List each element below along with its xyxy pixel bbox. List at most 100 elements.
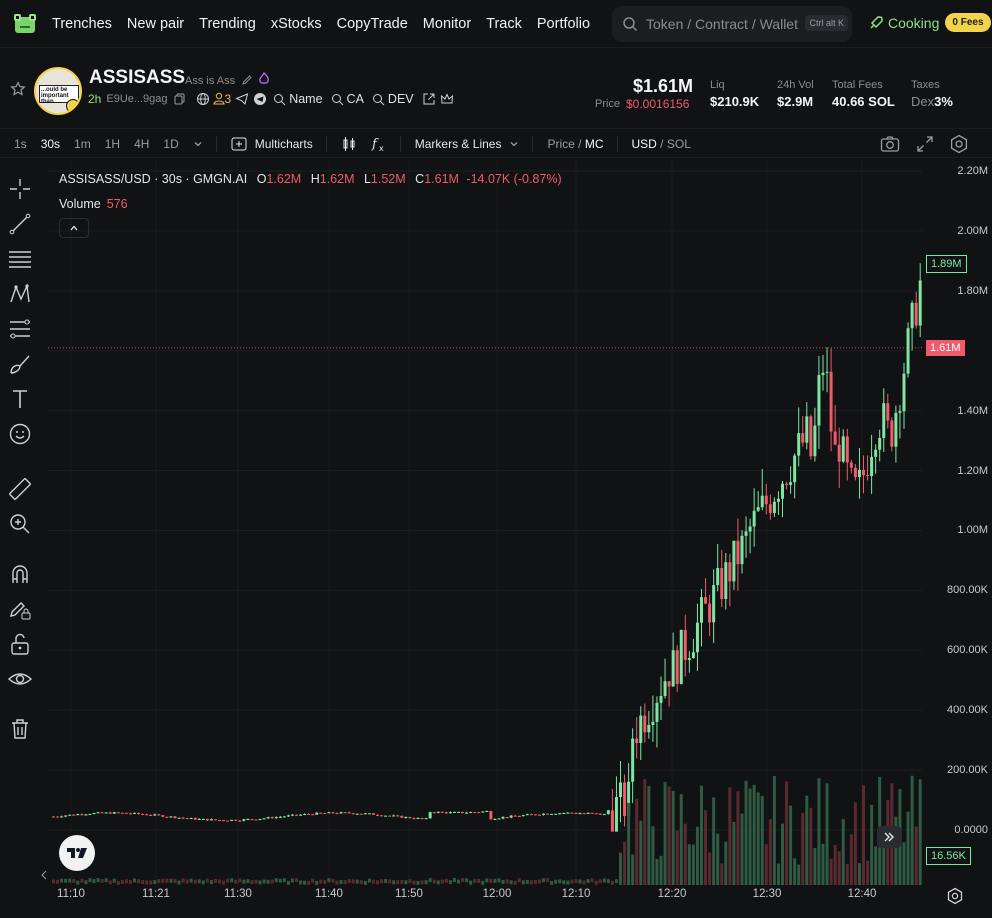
- volume-bar: [153, 880, 157, 885]
- interval-1s[interactable]: 1s: [14, 137, 27, 151]
- nav-portfolio[interactable]: Portfolio: [537, 16, 590, 32]
- stat-total-fees: Total Fees 40.66 SOL: [832, 79, 895, 109]
- indicators-fx-icon[interactable]: f x: [371, 136, 387, 152]
- nav-monitor[interactable]: Monitor: [423, 16, 471, 32]
- y-axis-label: 600.00K: [947, 644, 988, 657]
- gmgn-frog-logo[interactable]: [12, 11, 38, 37]
- hide-drawings-tool[interactable]: [7, 666, 33, 692]
- holders-icon[interactable]: [213, 92, 225, 106]
- favorite-star-icon[interactable]: [10, 81, 26, 97]
- candle: [837, 444, 841, 462]
- volume-bar: [226, 878, 230, 883]
- candle: [181, 817, 185, 819]
- candle: [821, 372, 825, 376]
- dev-search-label[interactable]: DEV: [388, 92, 414, 106]
- settings-gear-icon[interactable]: [949, 134, 969, 154]
- cooking-button[interactable]: Cooking 0 Fees: [868, 13, 991, 32]
- candle: [440, 811, 444, 813]
- magnet-icon: [12, 565, 28, 583]
- nav-trenches[interactable]: Trenches: [52, 16, 112, 32]
- usd-sol-toggle[interactable]: USD / SOL: [632, 137, 691, 151]
- pattern-tool[interactable]: [7, 281, 33, 307]
- chevron-down-icon[interactable]: [193, 139, 203, 149]
- fullscreen-icon[interactable]: [916, 135, 934, 153]
- candle: [380, 815, 384, 817]
- dev-search-icon[interactable]: [372, 93, 385, 106]
- volume-bar: [254, 879, 258, 884]
- nav-xstocks[interactable]: xStocks: [271, 16, 322, 32]
- candle: [736, 540, 740, 565]
- tradingview-logo[interactable]: [59, 835, 95, 871]
- chevron-down-icon[interactable]: [509, 139, 519, 149]
- candle: [663, 681, 667, 696]
- text-tool[interactable]: [7, 386, 33, 412]
- scroll-to-realtime-button[interactable]: [877, 826, 901, 848]
- trend-line-tool[interactable]: [7, 211, 33, 237]
- volume-bar: [80, 878, 84, 883]
- time-axis[interactable]: 11:10 11:21 11:30 11:40 11:50 12:00 12:10 12:20…: [48, 885, 922, 907]
- volume-bar: [801, 813, 805, 885]
- collapse-toolbar-icon[interactable]: [40, 870, 48, 880]
- telegram-icon[interactable]: [253, 92, 267, 106]
- volume-bar: [529, 880, 533, 885]
- volume-bar: [343, 880, 347, 885]
- rocket-icon: [870, 15, 883, 29]
- copy-icon[interactable]: [174, 93, 186, 105]
- price-axis[interactable]: 2.20M 2.00M 1.80M 1.40M 1.20M 1.00M 800.00K 600…: [922, 159, 992, 885]
- crosshair-tool[interactable]: [7, 176, 33, 202]
- brush-tool[interactable]: [7, 351, 33, 377]
- candle: [64, 815, 68, 817]
- candle: [485, 810, 489, 812]
- price-chart[interactable]: [48, 159, 922, 885]
- emoji-tool[interactable]: [7, 421, 33, 447]
- collapse-legend-button[interactable]: [59, 218, 89, 238]
- candle: [392, 815, 396, 817]
- horizontal-lines-tool[interactable]: [7, 246, 33, 272]
- interval-1m[interactable]: 1m: [74, 137, 91, 151]
- delete-drawings-tool[interactable]: [7, 716, 33, 742]
- price-mc-toggle[interactable]: Price / MC: [547, 137, 603, 151]
- nav-trending[interactable]: Trending: [199, 16, 256, 32]
- token-meta-row: 2h E9Ue...9gag 3 Name CA DEV: [88, 92, 454, 106]
- candle: [882, 403, 886, 439]
- magnet-tool[interactable]: [7, 561, 33, 587]
- volume-bar: [521, 880, 525, 885]
- fib-tool[interactable]: [7, 316, 33, 342]
- globe-icon[interactable]: [196, 92, 210, 106]
- interval-4h[interactable]: 4H: [134, 137, 149, 151]
- share-icon[interactable]: [422, 92, 436, 106]
- volume-bar: [862, 785, 865, 885]
- candle-style-icon[interactable]: [341, 136, 357, 152]
- volume-bar: [687, 844, 691, 885]
- edit-pencil-icon[interactable]: [241, 74, 253, 86]
- name-search-icon[interactable]: [273, 93, 286, 106]
- unlock-tool[interactable]: [7, 631, 33, 657]
- candle: [675, 650, 679, 684]
- candle: [323, 813, 327, 815]
- search-input[interactable]: Token / Contract / Wallet Ctrl alt K: [612, 6, 852, 42]
- send-icon[interactable]: [235, 92, 249, 106]
- candle: [521, 815, 525, 817]
- name-search-label[interactable]: Name: [289, 92, 322, 106]
- nav-new-pair[interactable]: New pair: [127, 16, 184, 32]
- camera-icon[interactable]: [880, 135, 900, 153]
- nav-track[interactable]: Track: [486, 16, 522, 32]
- add-chart-icon[interactable]: [231, 137, 247, 151]
- lock-drawings-tool[interactable]: [7, 596, 33, 622]
- markers-lines-dropdown[interactable]: Markers & Lines: [415, 137, 502, 151]
- axis-settings-gear-icon[interactable]: [946, 887, 964, 905]
- ca-search-icon[interactable]: [331, 93, 344, 106]
- nav-copytrade[interactable]: CopyTrade: [337, 16, 408, 32]
- candle: [728, 562, 732, 582]
- ca-search-label[interactable]: CA: [347, 92, 364, 106]
- volume-bar: [141, 880, 145, 885]
- interval-30s[interactable]: 30s: [41, 137, 60, 151]
- interval-1d[interactable]: 1D: [163, 137, 178, 151]
- candle: [246, 819, 250, 821]
- candle: [566, 812, 570, 814]
- interval-1h[interactable]: 1H: [105, 137, 120, 151]
- ruler-tool[interactable]: [7, 476, 33, 502]
- crown-icon[interactable]: [440, 92, 454, 106]
- multicharts-button[interactable]: Multicharts: [255, 137, 313, 151]
- zoom-tool[interactable]: [7, 511, 33, 537]
